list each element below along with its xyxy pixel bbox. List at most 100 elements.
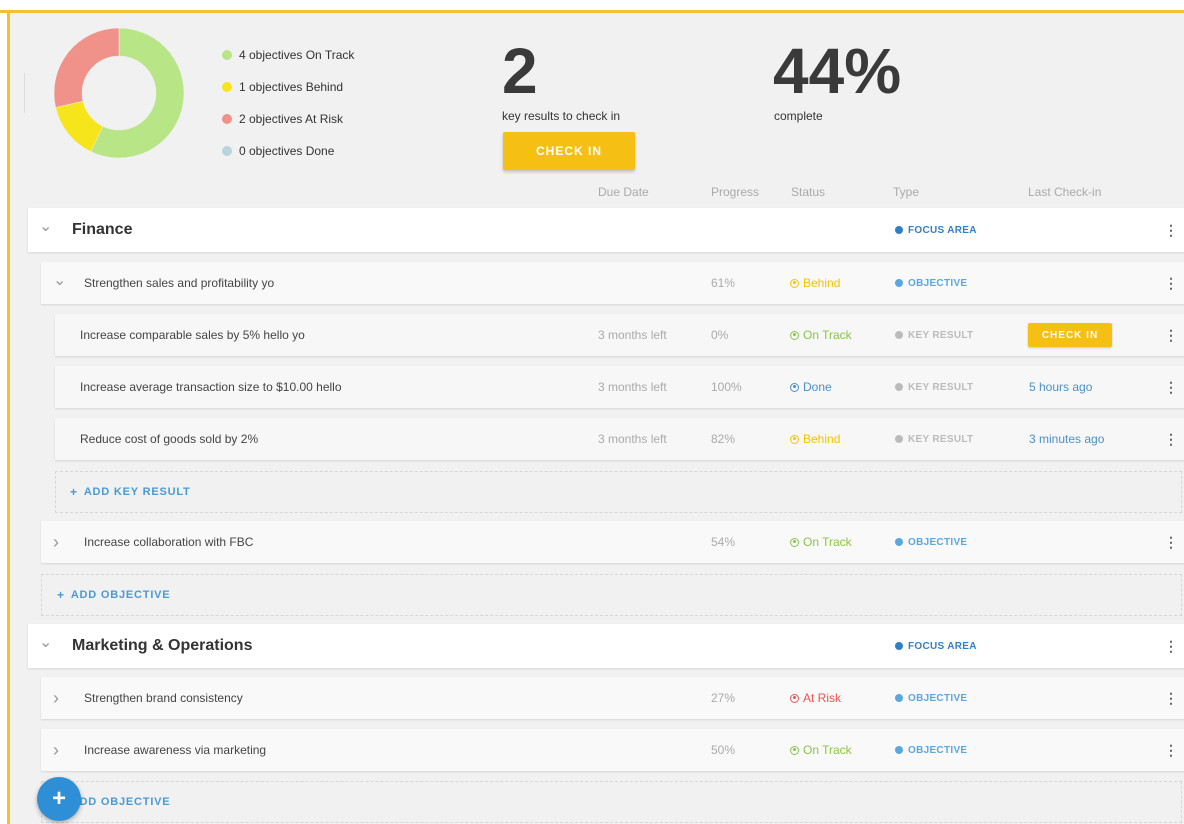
chevron-down-icon[interactable]: ⌄ (53, 270, 66, 290)
status-label: Done (803, 380, 832, 394)
focus-area-row[interactable]: ⌄ Marketing & Operations FOCUS AREA ⋮ (28, 624, 1184, 668)
type-label: FOCUS AREA (908, 640, 977, 652)
key-result-row[interactable]: Increase comparable sales by 5% hello yo… (55, 314, 1184, 356)
focus-area-row[interactable]: ⌄ Finance FOCUS AREA ⋮ (28, 208, 1184, 252)
status-badge: On Track (790, 743, 852, 757)
status-label: On Track (803, 328, 852, 342)
chevron-down-icon[interactable]: ⌄ (39, 216, 52, 236)
key-result-row[interactable]: Increase average transaction size to $10… (55, 366, 1184, 408)
column-progress[interactable]: Progress (711, 185, 759, 199)
legend-item: 4 objectives On Track (222, 39, 354, 71)
type-dot-icon (895, 279, 903, 287)
check-in-button[interactable]: CHECK IN (503, 132, 635, 170)
panel-edge (20, 73, 25, 113)
key-result-row[interactable]: Reduce cost of goods sold by 2% 3 months … (55, 418, 1184, 460)
more-options-icon[interactable]: ⋮ (1164, 432, 1178, 446)
add-key-result-button[interactable]: + ADD KEY RESULT (55, 471, 1182, 513)
objective-row[interactable]: › Increase awareness via marketing 50% On T… (41, 729, 1184, 771)
app-frame: 4 objectives On Track 1 objectives Behind… (0, 0, 1184, 824)
type-dot-icon (895, 226, 903, 234)
legend-dot-icon (222, 82, 232, 92)
type-badge: KEY RESULT (895, 330, 973, 341)
more-options-icon[interactable]: ⋮ (1164, 380, 1178, 394)
status-label: On Track (803, 743, 852, 757)
type-label: OBJECTIVE (908, 536, 968, 548)
type-badge: OBJECTIVE (895, 745, 967, 756)
key-results-count: 2 (502, 35, 538, 107)
legend-dot-icon (222, 114, 232, 124)
status-icon (790, 693, 799, 703)
due-date: 3 months left (598, 380, 667, 394)
add-objective-button[interactable]: + ADD OBJECTIVE (41, 574, 1182, 616)
status-icon (790, 434, 799, 444)
type-label: OBJECTIVE (908, 744, 968, 756)
add-label: ADD OBJECTIVE (70, 589, 171, 601)
type-badge: KEY RESULT (895, 434, 973, 445)
status-icon (790, 382, 799, 392)
type-badge: OBJECTIVE (895, 278, 967, 289)
row-title: Finance (72, 221, 133, 238)
type-badge: FOCUS AREA (895, 225, 977, 236)
type-badge: KEY RESULT (895, 382, 973, 393)
plus-icon: + (51, 785, 66, 812)
objective-row[interactable]: › Increase collaboration with FBC 54% On Tr… (41, 521, 1184, 563)
row-title: Increase comparable sales by 5% hello yo (80, 328, 305, 342)
row-title: Strengthen sales and profitability yo (84, 276, 275, 290)
legend-label: 0 objectives Done (239, 144, 335, 158)
status-label: Behind (803, 432, 841, 446)
more-options-icon[interactable]: ⋮ (1164, 276, 1178, 290)
last-checkin[interactable]: 3 minutes ago (1029, 432, 1104, 446)
type-dot-icon (895, 538, 903, 546)
type-dot-icon (895, 642, 903, 650)
objective-row[interactable]: ⌄ Strengthen sales and profitability yo 61… (41, 262, 1184, 304)
status-badge: Done (790, 380, 832, 394)
plus-icon: + (70, 485, 78, 499)
chevron-right-icon[interactable]: › (53, 740, 59, 761)
type-dot-icon (895, 331, 903, 339)
type-dot-icon (895, 383, 903, 391)
donut-slice-at-risk[interactable] (54, 28, 120, 108)
objective-row[interactable]: › Strengthen brand consistency 27% At Risk O… (41, 677, 1184, 719)
more-options-icon[interactable]: ⋮ (1164, 535, 1178, 549)
column-status[interactable]: Status (791, 185, 825, 199)
more-options-icon[interactable]: ⋮ (1164, 691, 1178, 705)
type-dot-icon (895, 694, 903, 702)
type-badge: OBJECTIVE (895, 537, 967, 548)
complete-percent: 44% (773, 35, 902, 107)
chevron-down-icon[interactable]: ⌄ (39, 632, 52, 652)
type-label: OBJECTIVE (908, 692, 968, 704)
legend-label: 1 objectives Behind (239, 80, 344, 94)
column-type[interactable]: Type (893, 185, 919, 199)
status-icon (790, 278, 799, 288)
legend-dot-icon (222, 146, 232, 156)
add-objective-button[interactable]: + ADD OBJECTIVE (41, 781, 1182, 823)
status-label: On Track (803, 535, 852, 549)
type-label: KEY RESULT (908, 433, 974, 445)
add-label: ADD KEY RESULT (83, 486, 191, 498)
row-title: Increase average transaction size to $10… (80, 380, 342, 394)
more-options-icon[interactable]: ⋮ (1164, 328, 1178, 342)
legend-item: 1 objectives Behind (222, 71, 354, 103)
column-due-date[interactable]: Due Date (598, 185, 649, 199)
status-badge: Behind (790, 432, 840, 446)
status-label: At Risk (803, 691, 842, 705)
last-checkin[interactable]: 5 hours ago (1029, 380, 1092, 394)
legend-item: 2 objectives At Risk (222, 103, 354, 135)
check-in-button[interactable]: CHECK IN (1028, 323, 1112, 347)
status-badge: Behind (790, 276, 840, 290)
status-icon (790, 537, 799, 547)
add-fab-button[interactable]: + (37, 777, 81, 821)
more-options-icon[interactable]: ⋮ (1164, 223, 1178, 237)
column-last-checkin[interactable]: Last Check-in (1028, 185, 1101, 199)
progress-value: 100% (711, 380, 742, 394)
row-title: Strengthen brand consistency (84, 691, 243, 705)
more-options-icon[interactable]: ⋮ (1164, 743, 1178, 757)
chevron-right-icon[interactable]: › (53, 532, 59, 553)
due-date: 3 months left (598, 432, 667, 446)
okr-dashboard: 4 objectives On Track 1 objectives Behind… (10, 13, 1184, 824)
type-dot-icon (895, 746, 903, 754)
chevron-right-icon[interactable]: › (53, 688, 59, 709)
type-badge: OBJECTIVE (895, 693, 967, 704)
more-options-icon[interactable]: ⋮ (1164, 639, 1178, 653)
type-label: KEY RESULT (908, 329, 974, 341)
